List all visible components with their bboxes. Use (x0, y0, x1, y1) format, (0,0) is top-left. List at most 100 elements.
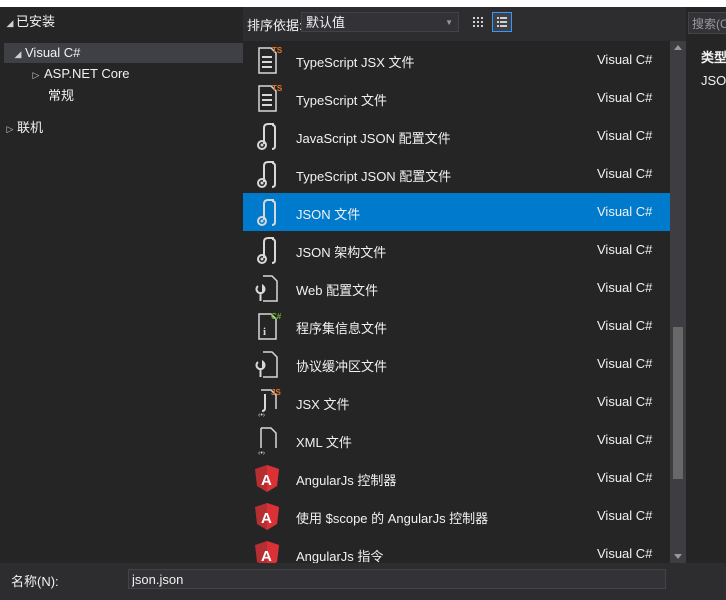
template-name: TypeScript 文件 (296, 93, 388, 108)
tree-node-online[interactable]: ▷ 联机 (4, 118, 43, 138)
tree-node-aspnet-core[interactable]: ▷ ASP.NET Core (30, 64, 130, 84)
template-category-tree: ◢ 已安装 ◢ Visual C# ▷ ASP.NET Core 常规 ▷ 联机 (0, 7, 243, 563)
tree-node-label: 常规 (48, 88, 75, 103)
protobuf-file-icon (251, 348, 283, 380)
name-bar: 名称(N): (0, 563, 726, 600)
template-item[interactable]: Web 配置文件 Visual C# (243, 269, 670, 307)
angular-icon: A (251, 538, 283, 563)
template-language: Visual C# (597, 356, 653, 371)
svg-text:A: A (261, 472, 272, 489)
grid-view-icon (473, 17, 483, 27)
svg-text:A: A (261, 510, 272, 527)
sort-label: 排序依据: (247, 18, 303, 33)
template-name: 使用 $scope 的 AngularJs 控制器 (296, 511, 489, 526)
list-view-icon (497, 17, 507, 27)
collapsed-arrow-icon[interactable]: ▷ (30, 65, 42, 85)
template-name: TypeScript JSX 文件 (296, 55, 415, 70)
xml-file-icon: ‹•› (251, 424, 283, 457)
template-language: Visual C# (597, 394, 653, 409)
template-language: Visual C# (597, 508, 653, 523)
template-item[interactable]: i C# 程序集信息文件 Visual C# (243, 307, 670, 345)
template-item[interactable]: A AngularJs 指令 Visual C# (243, 535, 670, 563)
template-language: Visual C# (597, 90, 653, 105)
sort-value: 默认值 (306, 15, 346, 30)
template-item[interactable]: JavaScript JSON 配置文件 Visual C# (243, 117, 670, 155)
scrollbar-thumb[interactable] (673, 327, 683, 479)
svg-text:TS: TS (272, 46, 283, 55)
type-label: 类型 (701, 50, 726, 65)
template-item[interactable]: A AngularJs 控制器 Visual C# (243, 459, 670, 497)
scroll-down-arrow-icon[interactable] (674, 554, 682, 559)
search-templates-input[interactable]: 搜索(C (688, 12, 726, 34)
tree-node-label: 联机 (17, 120, 44, 135)
template-name: AngularJs 控制器 (296, 473, 397, 488)
template-item[interactable]: TypeScript JSON 配置文件 Visual C# (243, 155, 670, 193)
tree-node-label: Visual C# (25, 45, 81, 60)
template-name: JavaScript JSON 配置文件 (296, 131, 451, 146)
collapsed-arrow-icon[interactable]: ▷ (4, 119, 16, 139)
small-icons-view-button[interactable] (468, 12, 488, 32)
json-schema-icon (251, 234, 283, 266)
tree-node-common[interactable]: 常规 (48, 86, 74, 106)
json-config-icon (251, 158, 283, 190)
template-item[interactable]: ‹•› JS JSX 文件 Visual C# (243, 383, 670, 421)
angular-icon: A (251, 500, 283, 532)
svg-text:C#: C# (271, 312, 282, 321)
template-name: JSON 文件 (296, 207, 361, 222)
scroll-up-arrow-icon[interactable] (674, 45, 682, 50)
template-name: JSX 文件 (296, 397, 350, 412)
template-name: Web 配置文件 (296, 283, 379, 298)
search-placeholder: 搜索(C (692, 17, 726, 31)
template-item[interactable]: A 使用 $scope 的 AngularJs 控制器 Visual C# (243, 497, 670, 535)
list-view-button[interactable] (492, 12, 512, 32)
svg-text:‹•›: ‹•› (258, 412, 266, 418)
template-language: Visual C# (597, 546, 653, 561)
template-name: 协议缓冲区文件 (296, 359, 388, 374)
sort-dropdown[interactable]: 默认值 ▼ (301, 12, 459, 32)
typescript-file-icon: TS (251, 82, 283, 114)
type-value: JSON (701, 73, 726, 88)
template-name: XML 文件 (296, 435, 352, 450)
tree-node-visual-csharp[interactable]: ◢ Visual C# (4, 43, 243, 63)
expanded-arrow-icon[interactable]: ◢ (4, 13, 16, 33)
template-language: Visual C# (597, 470, 653, 485)
template-item[interactable]: JSON 文件 Visual C# (243, 193, 670, 231)
tree-node-label: ASP.NET Core (44, 66, 130, 81)
details-panel: 搜索(C 类型 JSON (686, 7, 726, 563)
template-language: Visual C# (597, 128, 653, 143)
template-language: Visual C# (597, 318, 653, 333)
template-language: Visual C# (597, 280, 653, 295)
angular-icon: A (251, 462, 283, 494)
template-language: Visual C# (597, 432, 653, 447)
template-language: Visual C# (597, 52, 653, 67)
title-strip (0, 0, 726, 7)
expanded-arrow-icon[interactable]: ◢ (12, 44, 24, 64)
tree-node-label: 已安装 (16, 14, 56, 29)
svg-text:JS: JS (271, 388, 281, 397)
name-label: 名称(N): (11, 574, 59, 589)
template-list-panel: 排序依据: 默认值 ▼ TS TypeScript JSX 文件 Visual … (243, 7, 686, 563)
template-language: Visual C# (597, 242, 653, 257)
template-name: JSON 架构文件 (296, 245, 387, 260)
typescript-jsx-file-icon: TS (251, 44, 283, 76)
vertical-scrollbar[interactable] (670, 41, 686, 563)
file-name-input[interactable] (128, 569, 666, 589)
template-language: Visual C# (597, 204, 653, 219)
template-item[interactable]: JSON 架构文件 Visual C# (243, 231, 670, 269)
svg-text:‹•›: ‹•› (258, 450, 266, 456)
tree-node-installed[interactable]: ◢ 已安装 (4, 12, 55, 32)
svg-text:i: i (263, 326, 266, 338)
template-item[interactable]: 协议缓冲区文件 Visual C# (243, 345, 670, 383)
json-config-icon (251, 120, 283, 152)
json-file-icon (251, 196, 283, 228)
template-item[interactable]: TS TypeScript 文件 Visual C# (243, 79, 670, 117)
template-name: AngularJs 指令 (296, 549, 384, 563)
jsx-file-icon: ‹•› JS (251, 386, 283, 419)
chevron-down-icon: ▼ (445, 18, 453, 27)
template-name: 程序集信息文件 (296, 321, 388, 336)
template-item[interactable]: TS TypeScript JSX 文件 Visual C# (243, 41, 670, 79)
template-name: TypeScript JSON 配置文件 (296, 169, 452, 184)
assembly-info-icon: i C# (251, 310, 283, 342)
web-config-icon (251, 272, 283, 304)
template-item[interactable]: ‹•› XML 文件 Visual C# (243, 421, 670, 459)
